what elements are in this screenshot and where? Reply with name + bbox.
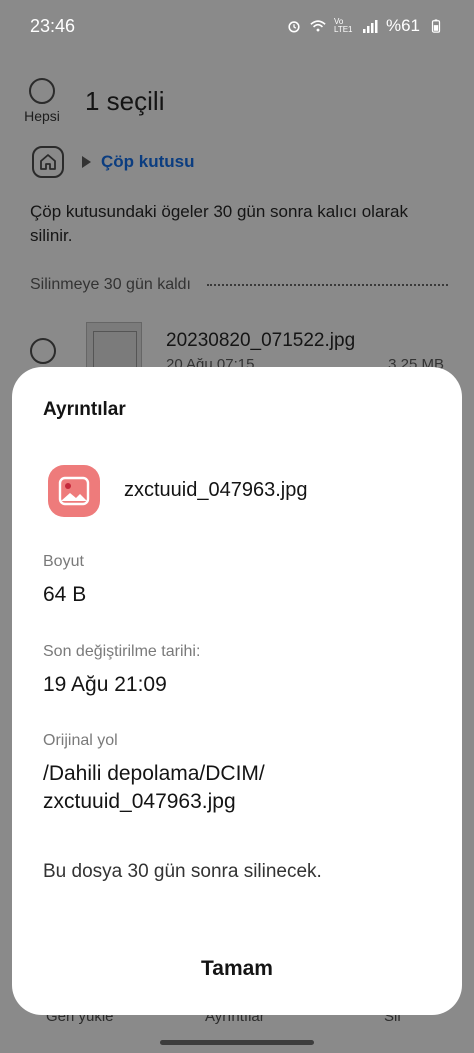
- size-value: 64 B: [43, 583, 87, 606]
- breadcrumb-arrow-icon: [82, 156, 91, 168]
- image-icon: [58, 476, 90, 506]
- trash-info-text: Çöp kutusundaki ögeler 30 gün sonra kalı…: [30, 202, 409, 245]
- modified-label: Son değiştirilme tarihi:: [43, 643, 201, 660]
- dialog-file-name: zxctuuid_047963.jpg: [124, 479, 308, 501]
- battery-percent: %61: [385, 16, 420, 35]
- modified-value: 19 Ağu 21:09: [43, 673, 167, 696]
- status-icons: Vo LTE1 %61: [286, 16, 444, 36]
- status-time: 23:46: [30, 16, 76, 36]
- battery-icon: [431, 19, 441, 33]
- alarm-icon: [288, 21, 300, 33]
- thumbnail-document-icon: [93, 331, 137, 371]
- breadcrumb-trash-link[interactable]: Çöp kutusu: [101, 152, 195, 172]
- original-path-value: /Dahili depolama/DCIM/ zxctuuid_047963.j…: [43, 760, 443, 816]
- item-checkbox[interactable]: [30, 338, 56, 364]
- selected-count-title: 1 seçili: [85, 86, 165, 116]
- file-name: 20230820_071522.jpg: [166, 330, 356, 351]
- select-all-label: Hepsi: [24, 108, 60, 124]
- home-indicator[interactable]: [160, 1040, 314, 1045]
- breadcrumb: Çöp kutusu: [32, 146, 195, 178]
- section-divider: [206, 284, 448, 286]
- select-all-checkbox[interactable]: Hepsi: [22, 78, 62, 124]
- image-file-icon: [48, 465, 100, 517]
- delete-notice: Bu dosya 30 gün sonra silinecek.: [43, 861, 322, 882]
- ok-button[interactable]: Tamam: [137, 947, 337, 991]
- dialog-title: Ayrıntılar: [43, 399, 126, 420]
- home-button[interactable]: [32, 146, 64, 178]
- size-field: Boyut 64 B: [43, 553, 443, 609]
- home-icon: [40, 154, 56, 170]
- original-path-line-2: zxctuuid_047963.jpg: [43, 790, 236, 813]
- original-path-field: Orijinal yol /Dahili depolama/DCIM/ zxct…: [43, 732, 443, 816]
- select-all-circle: [29, 78, 55, 104]
- modified-field: Son değiştirilme tarihi: 19 Ağu 21:09: [43, 643, 443, 699]
- details-dialog: Ayrıntılar zxctuuid_047963.jpg Boyut 64 …: [12, 367, 462, 1015]
- section-header: Silinmeye 30 gün kaldı: [30, 276, 448, 294]
- wifi-icon: [310, 20, 326, 32]
- signal-icon: [362, 20, 378, 33]
- status-bar: 23:46 Vo LTE1 %61: [0, 0, 474, 52]
- original-path-line-1: /Dahili depolama/DCIM/: [43, 762, 265, 785]
- original-path-label: Orijinal yol: [43, 732, 118, 749]
- network-label: Vo LTE1: [333, 17, 353, 34]
- section-title: Silinmeye 30 gün kaldı: [30, 276, 191, 293]
- size-label: Boyut: [43, 553, 84, 570]
